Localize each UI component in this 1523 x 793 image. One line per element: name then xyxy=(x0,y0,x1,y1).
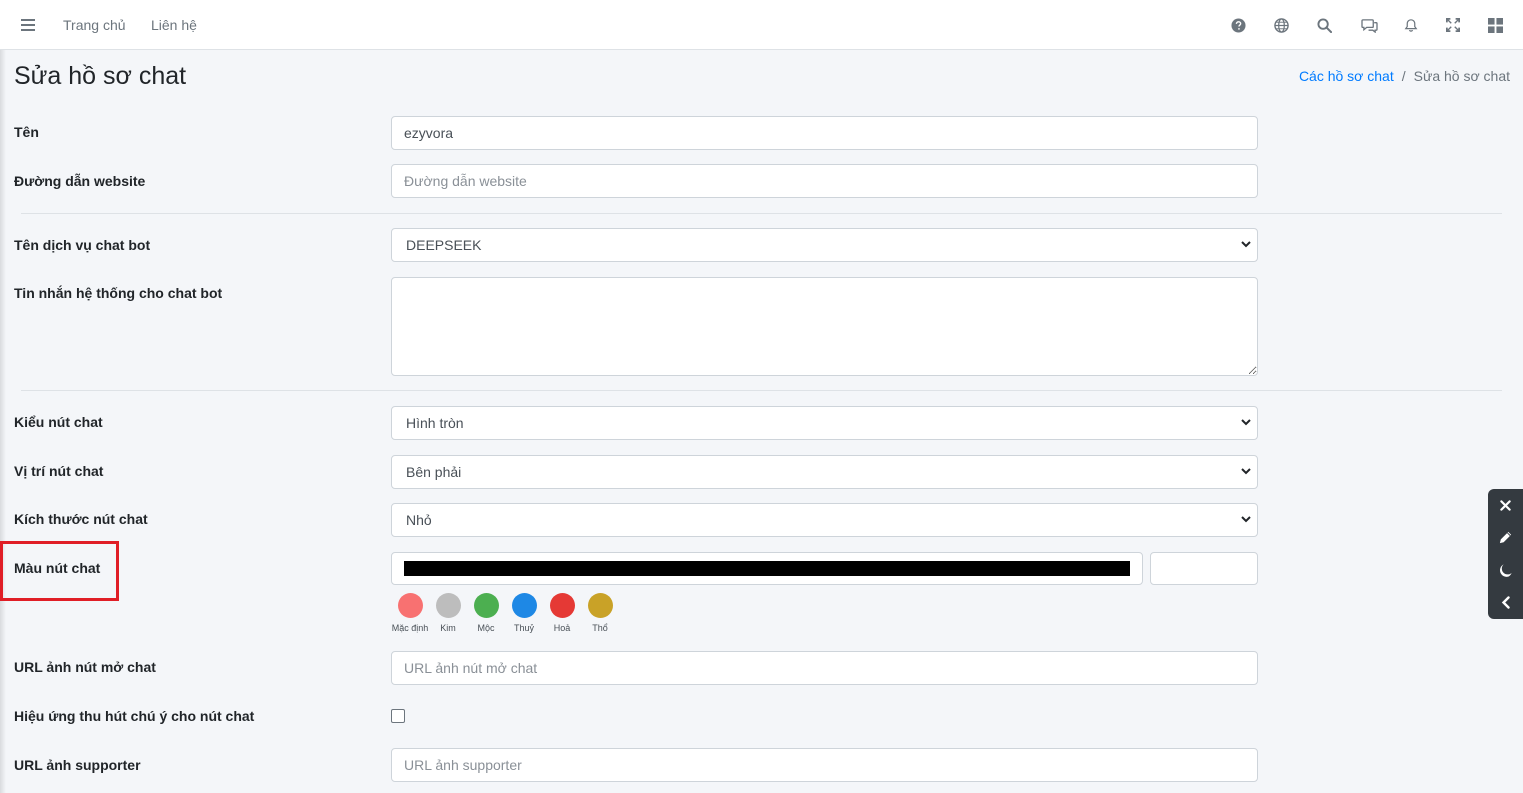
button-style-value: Hình tròn xyxy=(406,415,464,431)
apps-grid-icon[interactable] xyxy=(1485,0,1505,50)
moon-icon[interactable] xyxy=(1488,554,1523,586)
chevron-down-icon xyxy=(1241,468,1251,475)
supporter-image-url-label: URL ảnh supporter xyxy=(14,757,141,773)
breadcrumb-separator: / xyxy=(1401,68,1406,84)
chatbot-service-value: DEEPSEEK xyxy=(406,237,482,253)
top-navbar: Trang chủ Liên hệ xyxy=(0,0,1523,50)
pencil-icon[interactable] xyxy=(1488,521,1523,553)
open-button-image-url-input[interactable] xyxy=(391,651,1258,685)
breadcrumb-current: Sửa hồ sơ chat xyxy=(1413,68,1510,84)
color-preset[interactable]: Hoả xyxy=(543,593,581,633)
button-style-select[interactable]: Hình tròn xyxy=(391,406,1258,440)
color-preset-dot xyxy=(473,593,499,618)
button-size-value: Nhỏ xyxy=(406,512,432,528)
chatbot-service-select[interactable]: DEEPSEEK xyxy=(391,228,1258,262)
color-preset-dot xyxy=(511,593,537,618)
system-message-label: Tin nhắn hệ thống cho chat bot xyxy=(14,285,223,301)
nav-link-home[interactable]: Trang chủ xyxy=(63,0,126,50)
chevron-down-icon xyxy=(1241,241,1251,248)
button-color-picker[interactable] xyxy=(391,552,1143,585)
website-input[interactable] xyxy=(391,164,1258,198)
color-preset-dot xyxy=(435,593,461,618)
color-preset[interactable]: Thuỷ xyxy=(505,593,543,633)
attention-effect-checkbox[interactable] xyxy=(391,709,405,723)
chevron-down-icon xyxy=(1241,419,1251,426)
globe-icon[interactable] xyxy=(1271,0,1291,50)
color-preset[interactable]: Thổ xyxy=(581,593,619,633)
button-style-label: Kiểu nút chat xyxy=(14,414,103,430)
chat-icon[interactable] xyxy=(1359,0,1379,50)
left-edge-shadow xyxy=(0,0,6,793)
color-preset[interactable]: Kim xyxy=(429,593,467,633)
website-label: Đường dẫn website xyxy=(14,173,146,189)
supporter-image-url-input[interactable] xyxy=(391,748,1258,782)
color-preset-name: Kim xyxy=(440,623,456,633)
color-preset-dot xyxy=(587,593,613,618)
floating-side-panel xyxy=(1488,489,1523,619)
close-icon[interactable] xyxy=(1488,489,1523,521)
button-color-label: Màu nút chat xyxy=(14,560,101,576)
color-preset-name: Mặc định xyxy=(391,623,429,633)
color-preset[interactable]: Mặc định xyxy=(391,593,429,633)
system-message-textarea[interactable] xyxy=(391,277,1258,376)
bell-icon[interactable] xyxy=(1401,0,1421,50)
color-preset-name: Mộc xyxy=(477,623,495,633)
section-divider xyxy=(21,213,1502,214)
help-icon[interactable] xyxy=(1228,0,1248,50)
color-preset-dot xyxy=(549,593,575,618)
fullscreen-icon[interactable] xyxy=(1443,0,1463,50)
color-preset-name: Thuỷ xyxy=(513,623,534,633)
search-icon[interactable] xyxy=(1314,0,1334,50)
button-position-value: Bên phải xyxy=(406,464,462,480)
nav-link-contact[interactable]: Liên hệ xyxy=(151,0,197,50)
button-position-label: Vị trí nút chat xyxy=(14,463,104,479)
attention-effect-label: Hiệu ứng thu hút chú ý cho nút chat xyxy=(14,708,255,724)
button-color-text-input[interactable] xyxy=(1150,552,1258,585)
name-label: Tên xyxy=(14,124,39,140)
button-size-label: Kích thước nút chat xyxy=(14,511,148,527)
page-title: Sửa hồ sơ chat xyxy=(14,62,187,90)
section-divider xyxy=(21,390,1502,391)
color-preset-name: Hoả xyxy=(553,623,571,633)
color-preset-name: Thổ xyxy=(592,623,608,633)
open-button-image-url-label: URL ảnh nút mở chat xyxy=(14,659,156,675)
breadcrumb-parent-link[interactable]: Các hồ sơ chat xyxy=(1299,68,1394,84)
color-preset[interactable]: Mộc xyxy=(467,593,505,633)
breadcrumb: Các hồ sơ chat / Sửa hồ sơ chat xyxy=(1299,68,1510,84)
color-swatch xyxy=(404,561,1130,576)
chatbot-service-label: Tên dịch vụ chat bot xyxy=(14,237,151,253)
name-input[interactable] xyxy=(391,116,1258,150)
menu-icon[interactable] xyxy=(18,0,38,50)
chevron-left-icon[interactable] xyxy=(1488,586,1523,618)
button-position-select[interactable]: Bên phải xyxy=(391,455,1258,489)
color-preset-dot xyxy=(397,593,423,618)
button-size-select[interactable]: Nhỏ xyxy=(391,503,1258,537)
chevron-down-icon xyxy=(1241,516,1251,523)
